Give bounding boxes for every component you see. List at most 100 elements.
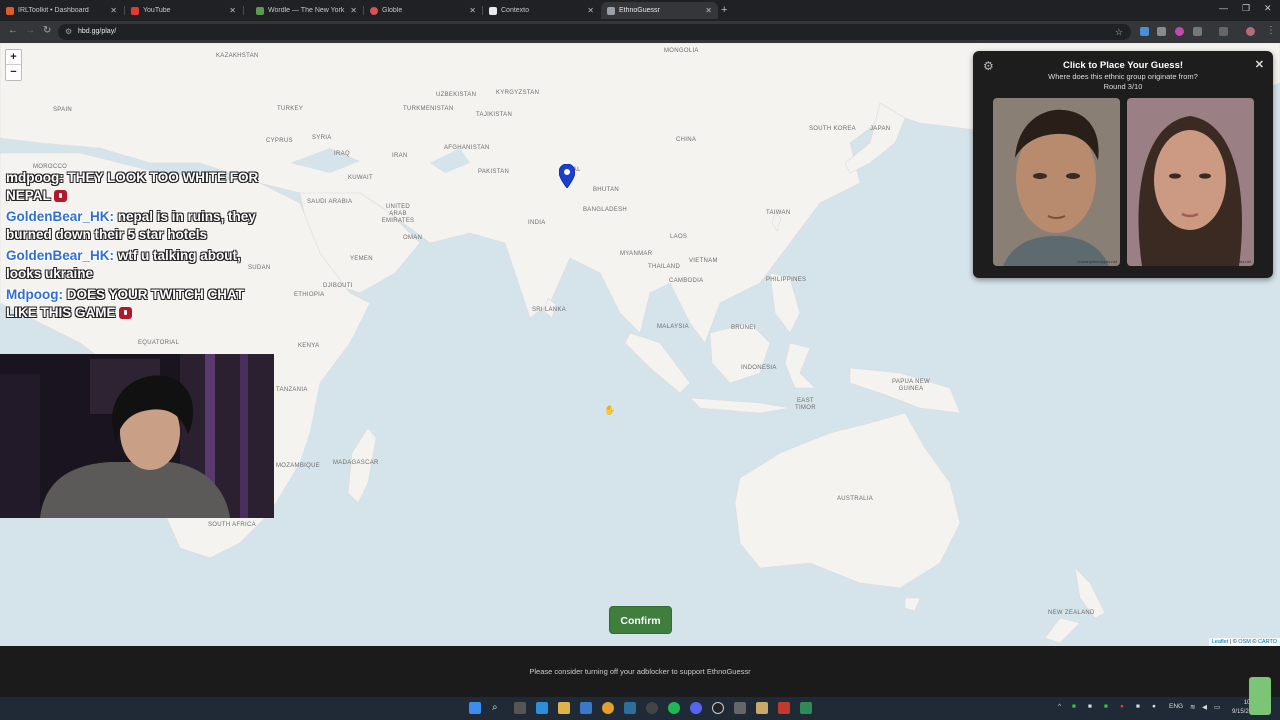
search-icon[interactable]: ⌕ bbox=[492, 702, 504, 714]
male-face-image: humanphenotypes.net bbox=[993, 98, 1120, 266]
mail-icon[interactable] bbox=[580, 702, 592, 714]
tab-irltoolkit[interactable]: IRLToolkit • Dashboard ✕ bbox=[0, 2, 123, 19]
steam-icon[interactable] bbox=[624, 702, 636, 714]
map-label: UZBEKISTAN bbox=[436, 92, 477, 98]
tab-youtube[interactable]: YouTube ✕ bbox=[125, 2, 242, 19]
leaflet-link[interactable]: Leaflet bbox=[1212, 639, 1229, 645]
carto-link[interactable]: CARTO bbox=[1258, 639, 1277, 645]
map-label: TAIWAN bbox=[766, 210, 791, 216]
tab-ethnoguessr[interactable]: EthnoGuessr ✕ bbox=[601, 2, 718, 19]
task-view-icon[interactable] bbox=[514, 702, 526, 714]
tray-chevron-icon[interactable]: ^ bbox=[1058, 703, 1061, 710]
tray-shield-icon[interactable]: ■ bbox=[1104, 703, 1108, 710]
extensions-puzzle-icon[interactable] bbox=[1193, 27, 1202, 36]
map-label: KENYA bbox=[298, 343, 320, 349]
chat-message: mdpoog: THEY LOOK TOO WHITE FOR NEPAL bbox=[6, 169, 268, 205]
close-tab-icon[interactable]: ✕ bbox=[350, 6, 357, 15]
app-icon[interactable] bbox=[800, 702, 812, 714]
map-label: INDONESIA bbox=[741, 365, 777, 371]
app-icon[interactable] bbox=[734, 702, 746, 714]
map-label: AFGHANISTAN bbox=[444, 145, 490, 151]
map-label: BRUNEI bbox=[731, 325, 756, 331]
new-tab-button[interactable]: + bbox=[721, 4, 727, 16]
close-tab-icon[interactable]: ✕ bbox=[110, 6, 117, 15]
close-tab-icon[interactable]: ✕ bbox=[587, 6, 594, 15]
profile-avatar-icon[interactable] bbox=[1246, 27, 1255, 36]
map-label: UNITED ARAB EMIRATES bbox=[381, 204, 415, 224]
tab-title: EthnoGuessr bbox=[619, 7, 660, 14]
map-label: NEW ZEALAND bbox=[1048, 610, 1095, 616]
tab-globle[interactable]: Globle ✕ bbox=[364, 2, 482, 19]
tray-mic-icon[interactable]: ● bbox=[1152, 703, 1156, 710]
webcam-image bbox=[0, 354, 274, 518]
app-icon[interactable] bbox=[646, 702, 658, 714]
minimize-icon[interactable]: — bbox=[1219, 3, 1228, 13]
obs-icon[interactable] bbox=[712, 702, 724, 714]
map-label: SOUTH AFRICA bbox=[208, 522, 256, 528]
back-icon[interactable]: ← bbox=[8, 25, 18, 36]
sidepanel-icon[interactable] bbox=[1219, 27, 1228, 36]
battery-icon[interactable]: ▭ bbox=[1214, 703, 1220, 711]
female-face-image: humanphenotypes.net bbox=[1127, 98, 1254, 266]
wifi-icon[interactable]: ≋ bbox=[1190, 703, 1195, 711]
bookmark-star-icon[interactable]: ☆ bbox=[1115, 24, 1123, 40]
map-label: SYRIA bbox=[312, 135, 332, 141]
app-icon[interactable] bbox=[756, 702, 768, 714]
tray-app-icon[interactable]: ■ bbox=[1136, 703, 1140, 710]
tray-app-icon[interactable]: ■ bbox=[1072, 703, 1076, 710]
extension-icon[interactable] bbox=[1157, 27, 1166, 36]
address-bar[interactable]: ⚙ hbd.gg/play/ ☆ bbox=[58, 24, 1131, 40]
discord-icon[interactable] bbox=[690, 702, 702, 714]
tab-title: YouTube bbox=[143, 7, 171, 14]
site-info-icon[interactable]: ⚙ bbox=[65, 24, 72, 40]
language-indicator[interactable]: ENG bbox=[1169, 703, 1183, 710]
chat-username: GoldenBear_HK: bbox=[6, 209, 115, 224]
grab-cursor-icon: ✋ bbox=[604, 405, 616, 415]
maximize-icon[interactable]: ❐ bbox=[1242, 3, 1250, 14]
extension-icon[interactable] bbox=[1140, 27, 1149, 36]
round-indicator: Round 3/10 bbox=[1103, 82, 1143, 91]
map-label: TURKEY bbox=[277, 106, 304, 112]
close-tab-icon[interactable]: ✕ bbox=[229, 6, 236, 15]
guess-marker-pin-icon[interactable] bbox=[558, 163, 576, 193]
irltoolkit-favicon-icon bbox=[6, 6, 14, 15]
map-label: DJIBOUTI bbox=[323, 283, 353, 289]
map-label: TURKMENISTAN bbox=[403, 106, 454, 112]
adblock-notice: Please consider turning off your adblock… bbox=[0, 646, 1280, 697]
start-menu-icon[interactable] bbox=[469, 702, 481, 714]
copilot-icon[interactable] bbox=[536, 702, 548, 714]
tray-app-icon[interactable]: ■ bbox=[1088, 703, 1092, 710]
map-label: TANZANIA bbox=[276, 387, 308, 393]
map-label: MALAYSIA bbox=[657, 324, 689, 330]
close-tab-icon[interactable]: ✕ bbox=[705, 6, 712, 15]
map-label: IRAN bbox=[392, 153, 408, 159]
siren-emote-icon bbox=[119, 307, 133, 320]
forward-icon[interactable]: → bbox=[25, 25, 35, 36]
map-label: AUSTRALIA bbox=[837, 496, 874, 502]
tray-app-icon[interactable]: ● bbox=[1120, 703, 1124, 710]
chat-username: GoldenBear_HK: bbox=[6, 248, 115, 263]
extension-icon[interactable] bbox=[1175, 27, 1184, 36]
map-attribution: Leaflet | © OSM © CARTO bbox=[1208, 638, 1280, 646]
tab-wordle[interactable]: Wordle — The New York Times ✕ bbox=[250, 2, 363, 19]
close-window-icon[interactable]: ✕ bbox=[1264, 3, 1272, 14]
osm-link[interactable]: OSM bbox=[1238, 639, 1251, 645]
menu-icon[interactable]: ⋮ bbox=[1266, 25, 1276, 36]
chrome-icon[interactable] bbox=[602, 702, 614, 714]
confirm-button[interactable]: Confirm bbox=[609, 606, 672, 634]
tab-title: IRLToolkit • Dashboard bbox=[18, 7, 89, 14]
zoom-out-button[interactable]: − bbox=[6, 65, 21, 80]
tab-contexto[interactable]: Contexto ✕ bbox=[483, 2, 600, 19]
zoom-in-button[interactable]: + bbox=[6, 50, 21, 65]
map-label: SRI LANKA bbox=[532, 307, 567, 313]
close-tab-icon[interactable]: ✕ bbox=[469, 6, 476, 15]
reload-icon[interactable]: ↻ bbox=[43, 25, 51, 36]
app-icon[interactable] bbox=[778, 702, 790, 714]
tab-strip: IRLToolkit • Dashboard ✕ YouTube ✕ Wordl… bbox=[0, 0, 1280, 21]
ethnoguessr-favicon-icon bbox=[607, 6, 615, 15]
image-caption: humanphenotypes.net bbox=[1077, 259, 1117, 264]
file-explorer-icon[interactable] bbox=[558, 702, 570, 714]
spotify-icon[interactable] bbox=[668, 702, 680, 714]
map-label: BANGLADESH bbox=[583, 207, 628, 213]
volume-icon[interactable]: ◀ bbox=[1202, 703, 1207, 711]
